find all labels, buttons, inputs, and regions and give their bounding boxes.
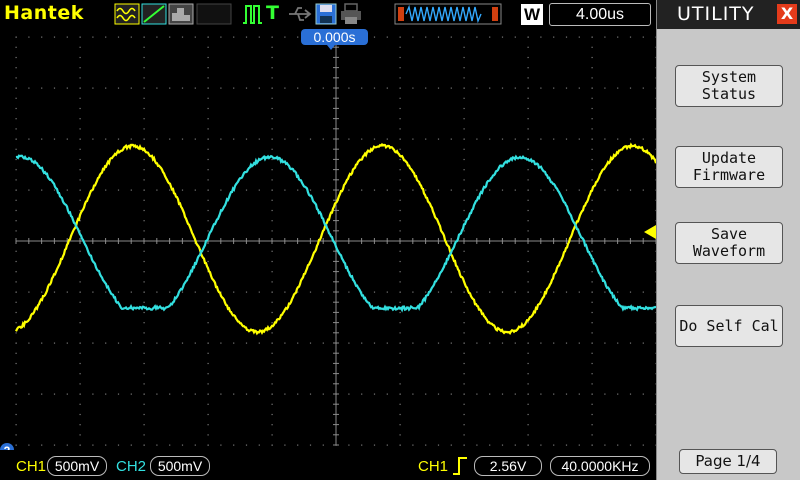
trigger-level[interactable]: 2.56V [474, 456, 542, 476]
save-waveform-button[interactable]: Save Waveform [675, 222, 783, 264]
display-mode-icons[interactable] [114, 3, 194, 25]
top-status-bar: Hantek T W 4.00us [0, 0, 656, 29]
brand-logo: Hantek [4, 2, 84, 24]
svg-text:0.000s: 0.000s [313, 29, 355, 45]
acquire-mode-icon[interactable] [196, 3, 232, 25]
window-indicator: W [521, 4, 543, 25]
timebase-display[interactable]: 4.00us [549, 3, 651, 26]
usb-icon [287, 3, 313, 25]
waveform-display[interactable]: 0.000s 2 [0, 29, 656, 450]
ch2-scale[interactable]: 500mV [150, 456, 210, 476]
trigger-frequency: 40.0000KHz [550, 456, 650, 476]
menu-title-bar: UTILITY X [657, 0, 800, 29]
print-icon[interactable] [340, 3, 362, 25]
trigger-edge-pulse-icon[interactable] [241, 3, 263, 25]
save-icon[interactable] [315, 3, 337, 25]
utility-menu-panel: UTILITY X System Status Update Firmware … [656, 0, 800, 480]
close-icon[interactable]: X [777, 4, 797, 24]
menu-title: UTILITY [677, 3, 755, 25]
ch2-label[interactable]: CH2 [116, 458, 146, 475]
ch1-label[interactable]: CH1 [16, 458, 46, 475]
ch1-scale[interactable]: 500mV [47, 456, 107, 476]
trigger-mode-indicator: T [266, 2, 279, 24]
trigger-source[interactable]: CH1 [418, 458, 448, 475]
page-indicator-button[interactable]: Page 1/4 [679, 449, 777, 474]
rising-edge-icon [452, 456, 468, 476]
system-status-button[interactable]: System Status [675, 65, 783, 107]
self-cal-button[interactable]: Do Self Cal [675, 305, 783, 347]
memory-waveform-overview-icon[interactable] [394, 3, 502, 25]
bottom-status-bar: CH1 500mV CH2 500mV CH1 2.56V 40.0000KHz [0, 450, 656, 480]
update-firmware-button[interactable]: Update Firmware [675, 146, 783, 188]
